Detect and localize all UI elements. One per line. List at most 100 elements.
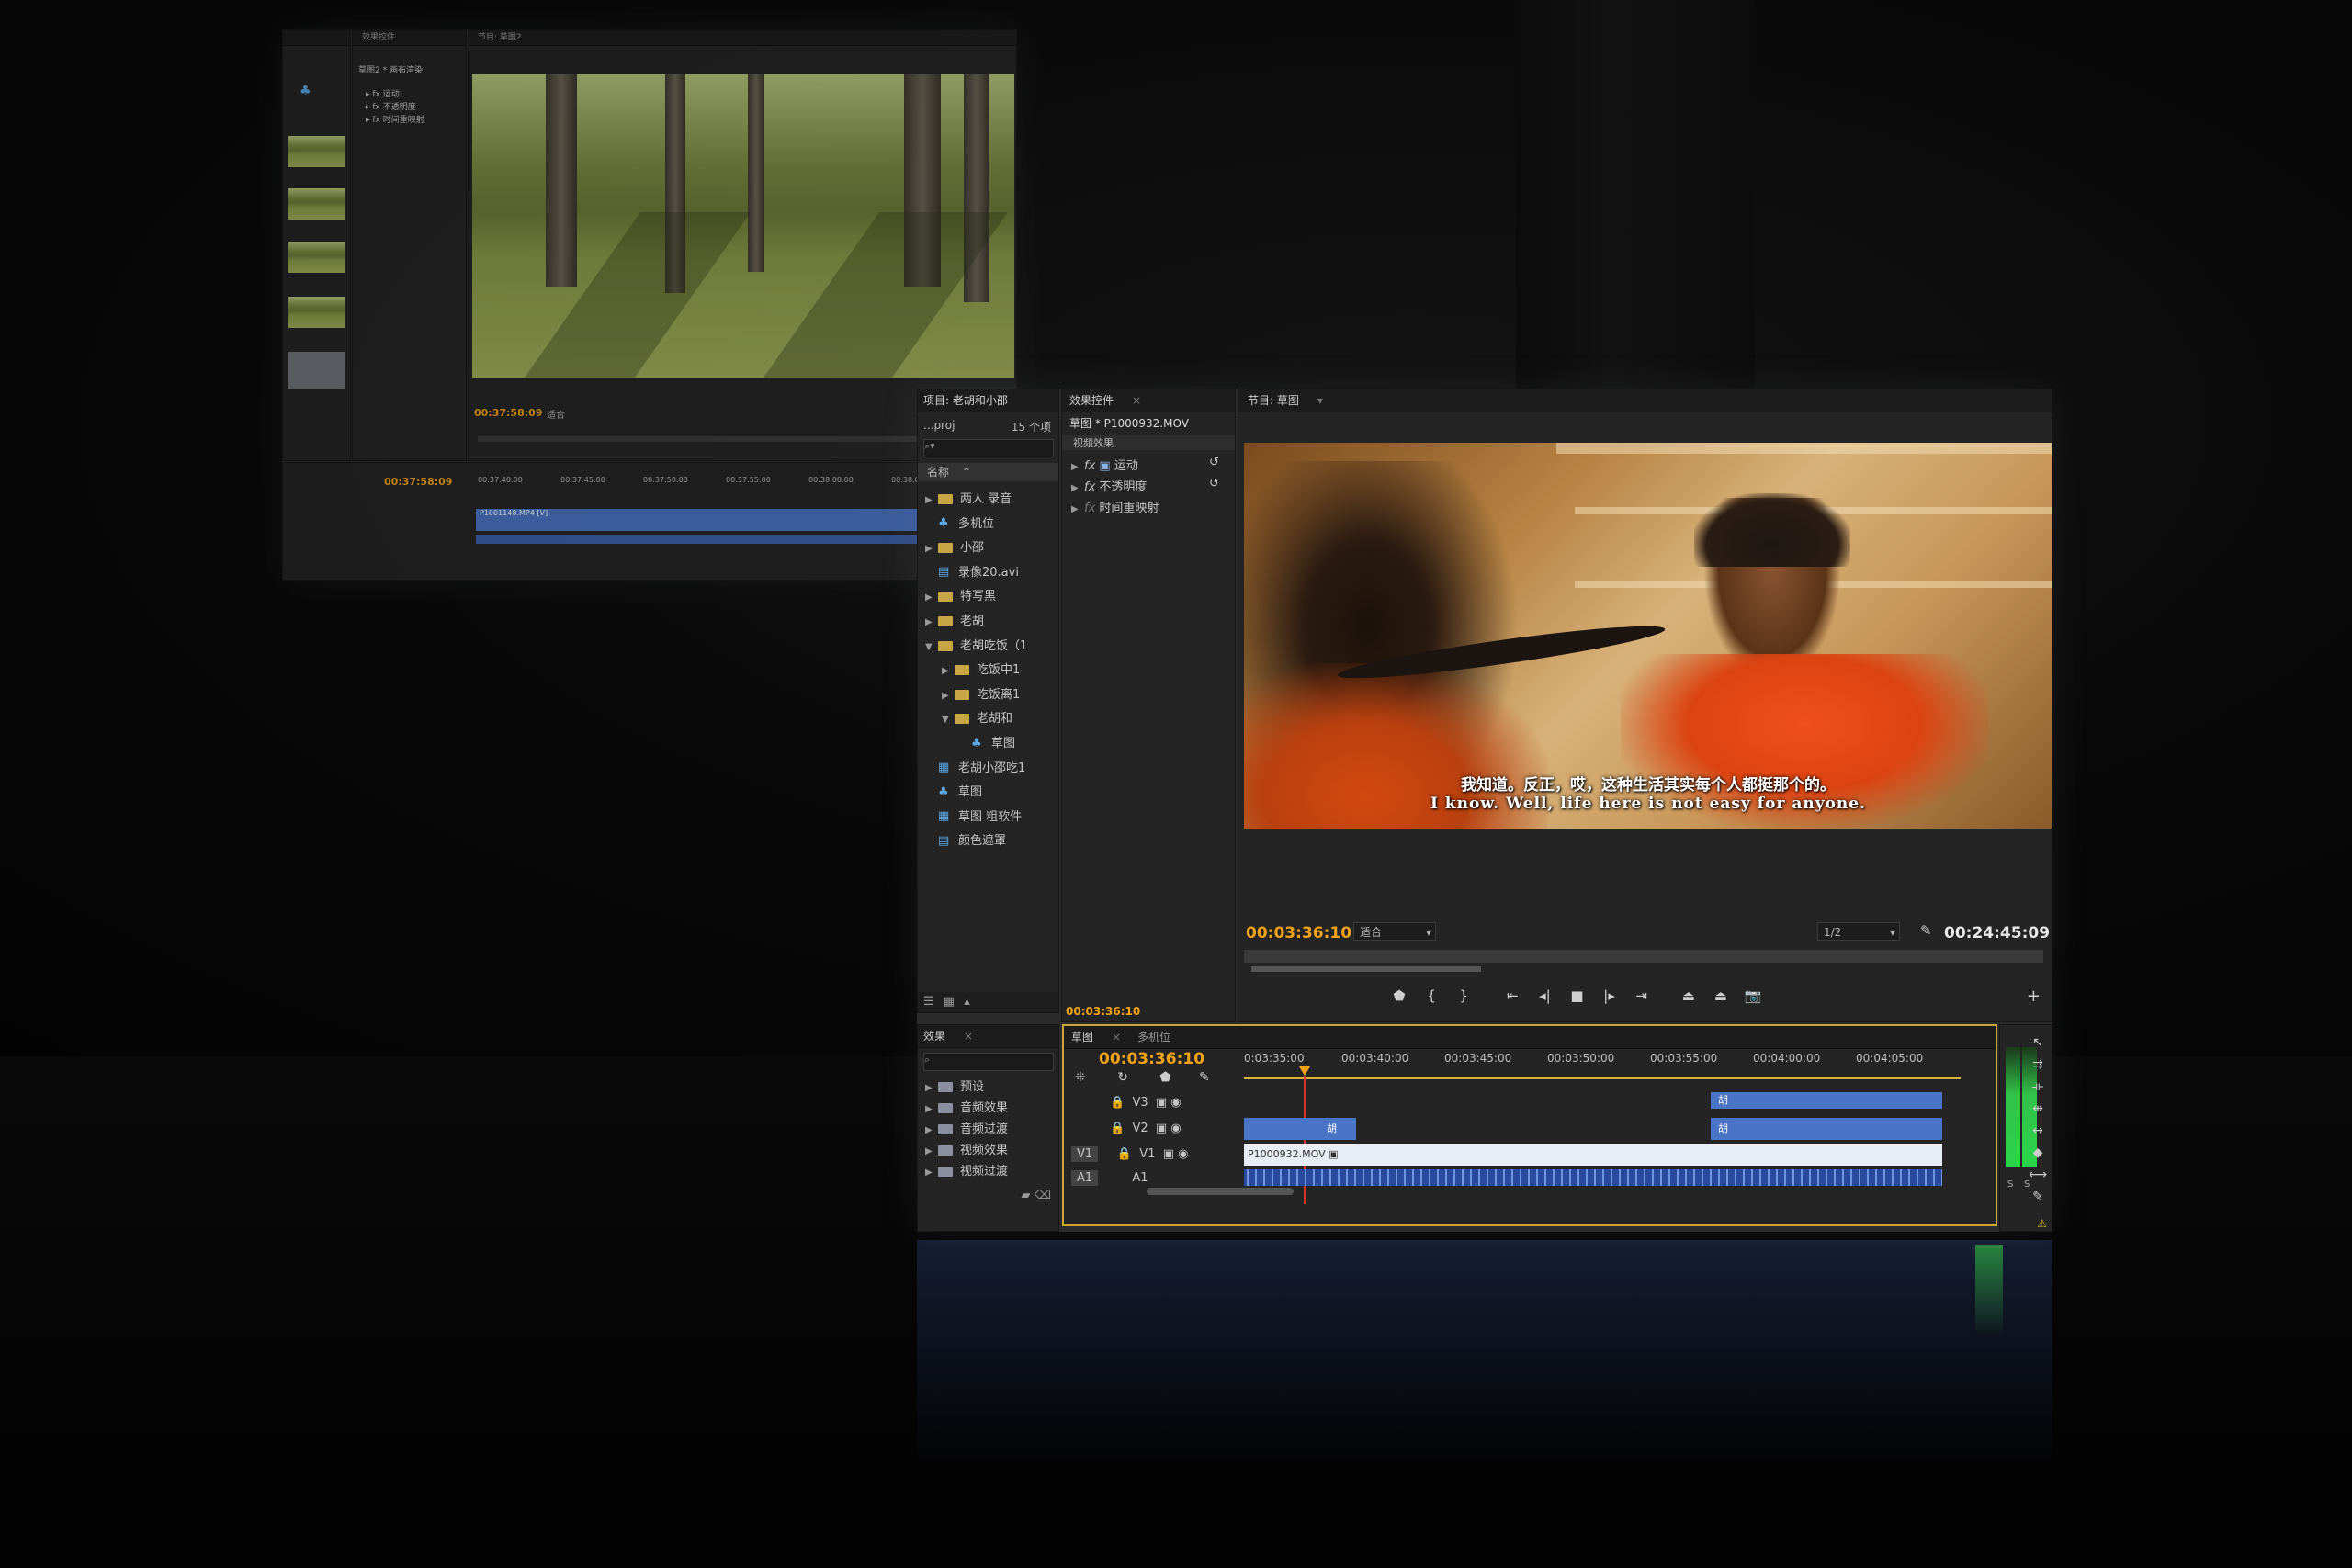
clip-a1-waveform[interactable] (1244, 1169, 1942, 1186)
effect-motion[interactable]: ▶ fx ▣ 运动 ↺ (1071, 456, 1235, 473)
clip-v2-b[interactable]: 胡 (1711, 1118, 1942, 1140)
project-item[interactable]: ♣ 草图 (925, 782, 1058, 799)
timeline-tab-multicam[interactable]: 多机位 (1137, 1031, 1170, 1043)
effect-controls-tab[interactable]: 效果控件 (1069, 394, 1114, 407)
effects-item-audio-effects[interactable]: ▶ 音频效果 (925, 1098, 1058, 1115)
project-item[interactable]: ▶ 两人 录音 (925, 489, 1058, 506)
clip-v3[interactable]: 胡 (1711, 1092, 1942, 1109)
thumbnail-5[interactable] (288, 352, 345, 389)
effects-tab[interactable]: 效果 (923, 1030, 945, 1043)
thumbnail-1[interactable] (288, 136, 345, 167)
step-back-button[interactable]: ◂| (1531, 985, 1558, 1007)
ripple-edit-tool-icon[interactable]: ⟛ (2025, 1076, 2051, 1098)
add-marker-icon[interactable]: ⬟ (1159, 1070, 1170, 1085)
effects-search-input[interactable]: ⌕ (923, 1053, 1054, 1071)
program-current-timecode[interactable]: 00:03:36:10 (1246, 924, 1351, 942)
collapsed-icon[interactable]: ▶ (942, 691, 955, 701)
project-tab[interactable]: 项目: 老胡和小邵 (923, 394, 1008, 407)
add-marker-button[interactable]: ⬟ (1385, 985, 1413, 1007)
expanded-icon[interactable]: ▼ (925, 642, 938, 652)
collapsed-icon[interactable]: ▶ (925, 592, 938, 603)
timeline-tab-sketch[interactable]: 草图 (1071, 1031, 1093, 1043)
icon-view-icon[interactable]: ▦ (944, 995, 955, 1009)
slip-tool-icon[interactable]: ⟷ (2025, 1164, 2051, 1186)
warning-icon[interactable]: ⚠ (2037, 1217, 2047, 1230)
clip-v1[interactable]: P1000932.MOV ▣ (1244, 1144, 1942, 1166)
go-to-out-button[interactable]: ⇥ (1628, 985, 1656, 1007)
back-effect-motion[interactable]: ▸ fx 运动 (366, 87, 466, 99)
timeline-timecode[interactable]: 00:03:36:10 (1099, 1050, 1204, 1068)
rolling-edit-tool-icon[interactable]: ⇹ (2025, 1098, 2051, 1120)
mark-out-button[interactable]: } (1450, 985, 1477, 1007)
razor-tool-icon[interactable]: ◆ (2025, 1142, 2051, 1164)
back-effect-remap[interactable]: ▸ fx 时间重映射 (366, 113, 466, 125)
automate-icon[interactable]: ▴ (964, 995, 970, 1009)
program-zoom-bar[interactable] (1251, 966, 1481, 972)
settings-wrench-icon[interactable]: ✎ (1199, 1070, 1210, 1085)
close-icon[interactable]: × (964, 1030, 973, 1043)
go-to-in-button[interactable]: ⇤ (1498, 985, 1526, 1007)
snap-icon[interactable]: ⁜ (1075, 1070, 1086, 1085)
project-search-input[interactable]: ⌕▾ (923, 439, 1054, 457)
selection-tool-icon[interactable]: ↖ (2025, 1032, 2051, 1054)
collapsed-icon[interactable]: ▶ (925, 495, 938, 505)
effects-item-video-effects[interactable]: ▶ 视频效果 (925, 1140, 1058, 1157)
back-effect-opacity[interactable]: ▸ fx 不透明度 (366, 100, 466, 112)
project-item[interactable]: ♣ 多机位 (925, 513, 1058, 531)
project-column-header[interactable]: 名称 ⌃ (918, 463, 1058, 481)
project-item[interactable]: ▤ 录像20.avi (925, 562, 1058, 580)
project-item[interactable]: ▼ 老胡吃饭（1 (925, 636, 1058, 653)
stop-button[interactable]: ■ (1563, 985, 1590, 1007)
clip-v2-a[interactable]: 胡 (1244, 1118, 1356, 1140)
program-scrub-bar[interactable] (1244, 950, 2043, 963)
effects-item-video-transitions[interactable]: ▶ 视频过渡 (925, 1161, 1058, 1179)
back-tab-effects[interactable]: 效果控件 (362, 33, 395, 42)
resolution-select[interactable]: 1/2 ▾ (1817, 922, 1900, 941)
collapsed-icon[interactable]: ▶ (925, 544, 938, 554)
project-item[interactable]: ▶ 小邵 (925, 537, 1058, 555)
export-frame-button[interactable]: 📷 (1739, 985, 1767, 1007)
fit-select[interactable]: 适合 ▾ (1353, 922, 1436, 941)
close-icon[interactable]: × (1132, 394, 1141, 407)
back-tab-program[interactable]: 节目: 草图2 (478, 33, 522, 42)
button-editor-icon[interactable]: + (2027, 987, 2041, 1006)
back-fit-select[interactable]: 适合 (547, 407, 565, 421)
thumbnail-4[interactable] (288, 297, 345, 328)
extract-button[interactable]: ⏏ (1707, 985, 1735, 1007)
linked-selection-icon[interactable]: ↻ (1117, 1070, 1128, 1085)
expanded-icon[interactable]: ▼ (942, 715, 955, 725)
project-item[interactable]: ▶ 吃饭离1 (942, 684, 1058, 702)
effects-item-presets[interactable]: ▶ 预设 (925, 1077, 1058, 1094)
solo-left[interactable]: S (2007, 1179, 2013, 1190)
work-area-bar[interactable] (1244, 1077, 1961, 1079)
dropdown-icon[interactable]: ▾ (1317, 394, 1323, 407)
project-item[interactable]: ♣ 草图 (958, 733, 1058, 750)
track-select-tool-icon[interactable]: ⇉ (2025, 1054, 2051, 1076)
project-item[interactable]: ▼ 老胡和 (942, 708, 1058, 726)
program-tab[interactable]: 节目: 草图 (1248, 394, 1299, 407)
project-item[interactable]: ▶ 特写黑 (925, 586, 1058, 604)
step-forward-button[interactable]: |▸ (1596, 985, 1623, 1007)
list-view-icon[interactable]: ☰ (923, 995, 934, 1009)
thumbnail-3[interactable] (288, 242, 345, 273)
close-icon[interactable]: × (1112, 1031, 1121, 1043)
effects-item-audio-transitions[interactable]: ▶ 音频过渡 (925, 1119, 1058, 1136)
timeline-zoom-scrollbar[interactable] (1147, 1188, 1294, 1195)
project-item[interactable]: ▤ 颜色遮罩 (925, 830, 1058, 848)
lift-button[interactable]: ⏏ (1675, 985, 1702, 1007)
thumbnail-2[interactable] (288, 188, 345, 220)
project-item[interactable]: ▦ 草图 粗软件 (925, 807, 1058, 824)
wrench-icon[interactable]: ✎ (1920, 922, 1932, 939)
collapsed-icon[interactable]: ▶ (925, 617, 938, 627)
pen-tool-icon[interactable]: ✎ (2025, 1186, 2051, 1208)
project-item[interactable]: ▦ 老胡小邵吃1 (925, 758, 1058, 775)
project-item[interactable]: ▶ 老胡 (925, 611, 1058, 628)
effect-opacity[interactable]: ▶ fx 不透明度 ↺ (1071, 477, 1235, 494)
playhead-handle[interactable] (1299, 1066, 1310, 1076)
new-bin-icon[interactable]: ▰ ⌫ (1021, 1189, 1051, 1202)
project-item[interactable]: ▶ 吃饭中1 (942, 660, 1058, 677)
effect-time-remap[interactable]: ▶ fx 时间重映射 (1071, 498, 1235, 515)
rate-stretch-tool-icon[interactable]: ↔ (2025, 1120, 2051, 1142)
collapsed-icon[interactable]: ▶ (942, 666, 955, 676)
mark-in-button[interactable]: { (1418, 985, 1445, 1007)
